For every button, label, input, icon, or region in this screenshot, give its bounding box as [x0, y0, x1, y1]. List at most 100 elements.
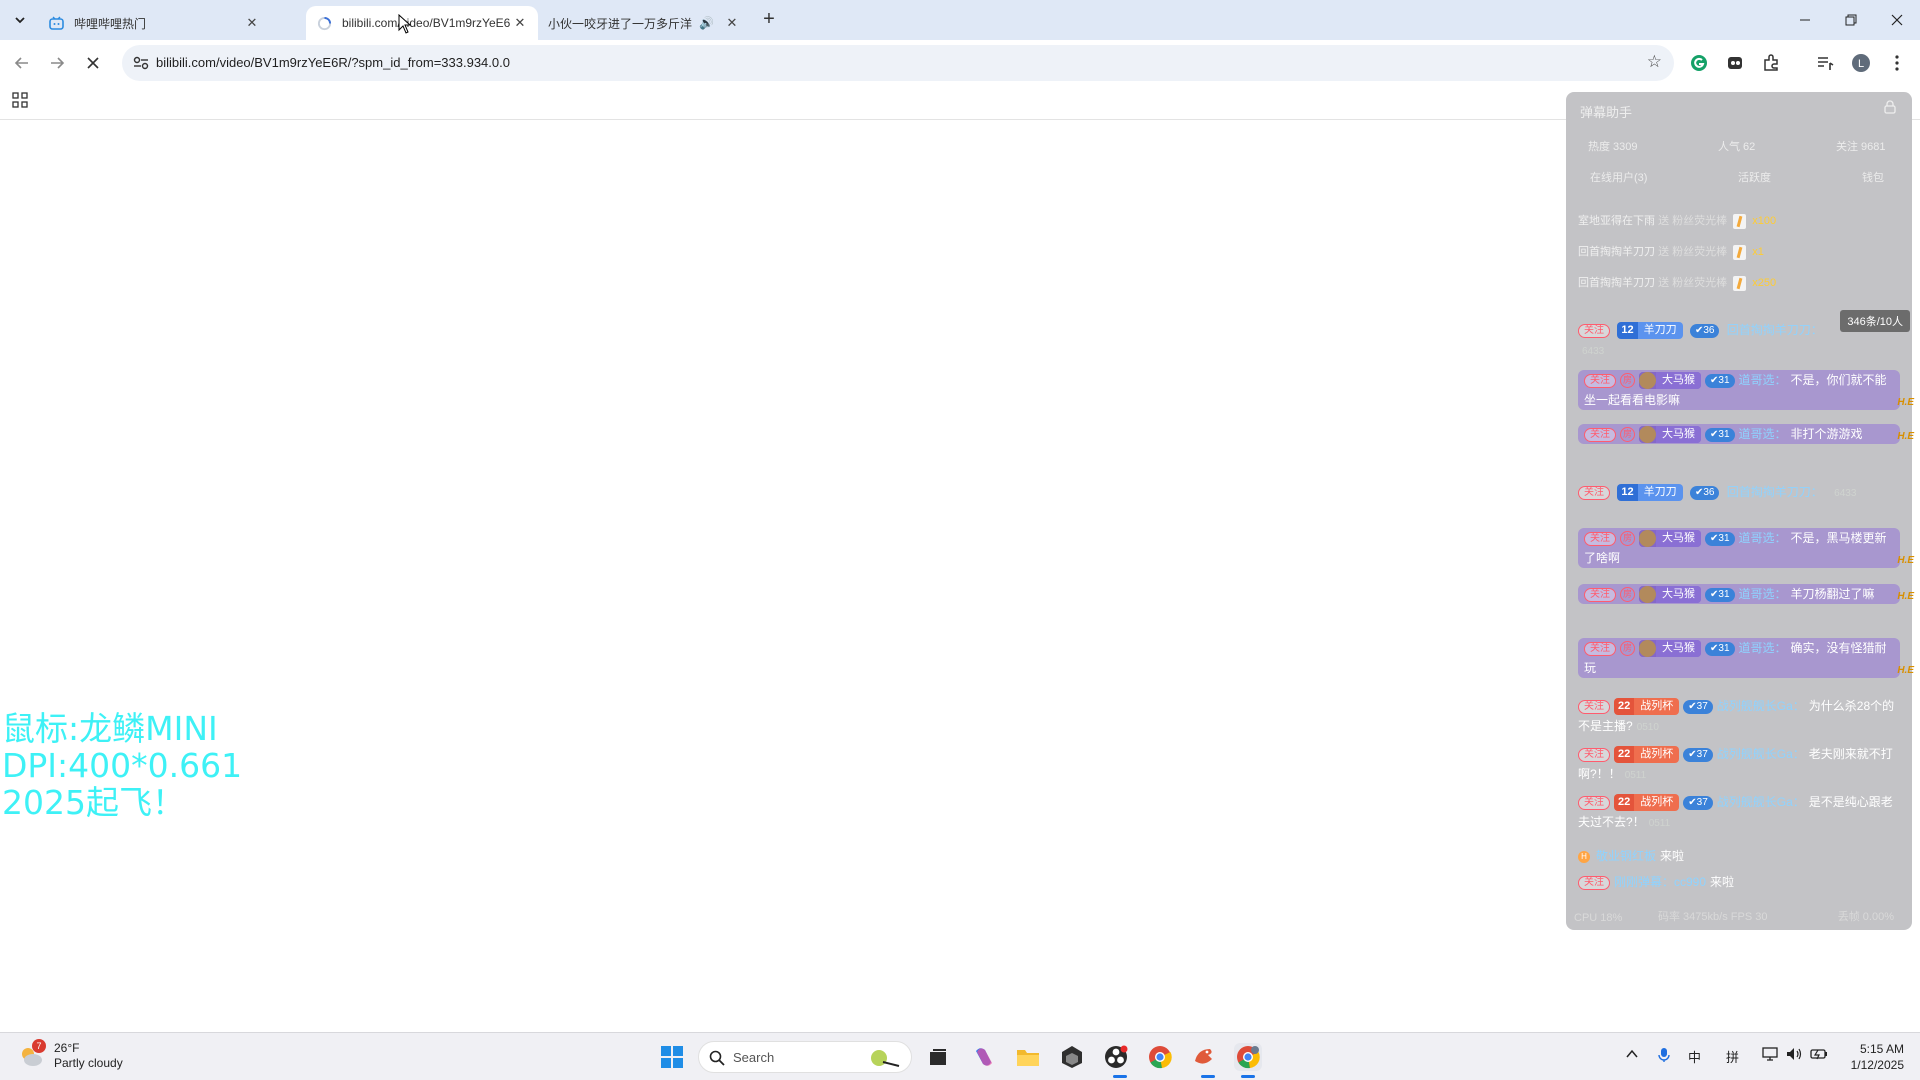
volume-icon[interactable] [1786, 1047, 1802, 1064]
room-admin-badge: 房 [1620, 587, 1635, 603]
chat-text: 羊刀杨翻过了嘛 [1790, 587, 1875, 601]
chat-username[interactable]: 道哥选： [1739, 587, 1787, 601]
ime-pinyin-toggle[interactable]: 拼 [1726, 1047, 1739, 1066]
site-settings-icon[interactable] [132, 54, 150, 72]
follow-button[interactable]: 关注 [1584, 531, 1616, 546]
microphone-icon[interactable] [1658, 1047, 1670, 1066]
tab-close-icon[interactable]: ✕ [244, 15, 260, 31]
tab-strip: 哔哩哔哩热门 ✕ bilibili.com/video/BV1m9rzYeE6 … [0, 0, 1920, 40]
chat-message-highlight: 关注房大马猴 ✔31 道哥选： 羊刀杨翻过了嘛 H.E [1578, 584, 1914, 604]
file-explorer-app[interactable] [1014, 1043, 1042, 1071]
close-button[interactable] [1874, 0, 1920, 40]
chat-username[interactable]: 道哥选： [1739, 373, 1787, 387]
room-admin-badge: 房 [1620, 641, 1635, 657]
tab-video-active[interactable]: bilibili.com/video/BV1m9rzYeE6 ✕ [306, 6, 538, 40]
forward-button[interactable] [44, 50, 70, 76]
chrome-profile-app[interactable] [1234, 1043, 1262, 1071]
menu-kebab-icon[interactable] [1886, 52, 1908, 74]
follow-button[interactable]: 关注 [1578, 485, 1610, 500]
media-queue-icon[interactable] [1814, 52, 1836, 74]
chat-username[interactable]: 回首掏掏羊刀刀： [1727, 323, 1823, 337]
follow-button[interactable]: 关注 [1578, 875, 1610, 890]
ime-chinese-toggle[interactable]: 中 [1688, 1047, 1701, 1066]
follow-button[interactable]: 关注 [1584, 373, 1616, 388]
chat-username[interactable]: 战列舰舰长Ga： [1717, 747, 1805, 761]
chat-tag: H.E [1897, 555, 1914, 566]
bilibili-tv-icon [48, 15, 64, 31]
room-admin-badge: 房 [1620, 427, 1635, 443]
live-streaming-app[interactable] [1190, 1043, 1218, 1071]
tab-online-users[interactable]: 在线用户(3) [1590, 169, 1647, 185]
task-view-icon [930, 1049, 946, 1065]
enter-room-icon: H [1578, 850, 1590, 863]
weather-widget[interactable]: 7 26°F Partly cloudy [18, 1039, 123, 1071]
back-button[interactable] [9, 50, 35, 76]
follow-button[interactable]: 关注 [1578, 699, 1610, 714]
chat-username[interactable]: 敬业钢红板 [1596, 849, 1656, 863]
tab-activity[interactable]: 活跃度 [1738, 169, 1771, 185]
enter-text: 来啦 [1660, 849, 1685, 863]
bookmark-star-icon[interactable]: ☆ [1647, 52, 1662, 72]
address-bar[interactable]: bilibili.com/video/BV1m9rzYeE6R/?spm_id_… [122, 45, 1674, 81]
chat-user-level: 0510 [1636, 722, 1659, 733]
restore-button[interactable] [1828, 0, 1874, 40]
chrome-profile-icon [1237, 1046, 1260, 1069]
extension-puzzle-alt-icon[interactable] [1724, 52, 1746, 74]
fan-medal: 大马猴 [1639, 530, 1701, 548]
follow-button[interactable]: 关注 [1584, 587, 1616, 602]
chrome-app[interactable] [1146, 1043, 1174, 1071]
taskbar-search[interactable]: Search [698, 1041, 912, 1073]
follow-button[interactable]: 关注 [1584, 427, 1616, 442]
tab-close-icon[interactable]: ✕ [724, 15, 740, 31]
minimize-button[interactable] [1782, 0, 1828, 40]
new-tab-button[interactable]: + [758, 9, 780, 31]
copilot-app[interactable] [970, 1043, 998, 1071]
grammarly-extension-icon[interactable] [1688, 52, 1710, 74]
gift-row: 回首掏掏羊刀刀 送 粉丝荧光棒 x250 [1578, 275, 1777, 291]
obs-app[interactable] [1102, 1043, 1130, 1071]
speaker-icon[interactable]: 🔊 [699, 16, 714, 30]
chat-username[interactable]: 道哥选： [1739, 427, 1787, 441]
chevron-up-icon[interactable] [1626, 1047, 1638, 1062]
chat-username[interactable]: 回首掏掏羊刀刀： [1727, 485, 1823, 499]
follow-button[interactable]: 关注 [1578, 795, 1610, 810]
fan-medal: 22 战列杯 [1614, 698, 1680, 716]
tab-bilibili-hot[interactable]: 哔哩哔哩热门 ✕ [38, 6, 270, 40]
lock-icon[interactable] [1884, 100, 1896, 119]
fan-medal: 大马猴 [1639, 426, 1701, 444]
extensions-puzzle-icon[interactable] [1760, 52, 1782, 74]
chat-user-level: 6433 [1582, 346, 1605, 357]
guard-level-badge: ✔31 [1705, 641, 1735, 656]
chat-username[interactable]: 战列舰舰长Ga： [1717, 795, 1805, 809]
chat-text: 非打个游游戏 [1790, 427, 1863, 441]
chat-username[interactable]: 道哥选： [1739, 641, 1787, 655]
system-clock[interactable]: 5:15 AM 1/12/2025 [1851, 1041, 1904, 1073]
apps-grid-icon[interactable] [12, 92, 28, 113]
start-button[interactable] [658, 1043, 686, 1071]
battery-icon[interactable] [1810, 1047, 1828, 1064]
tab-close-icon[interactable]: ✕ [512, 15, 528, 31]
tab-wallet[interactable]: 钱包 [1862, 169, 1884, 185]
avatar [1639, 426, 1656, 444]
tab-video-audio[interactable]: 小伙一咬牙进了一万多斤洋 🔊 ✕ [538, 6, 750, 40]
chat-message-highlight: 关注房大马猴 ✔31 道哥选： 非打个游游戏 H.E [1578, 424, 1914, 444]
tab-search-dropdown[interactable] [8, 8, 32, 32]
overlay-line-dpi: DPI:400*0.661 [2, 746, 243, 785]
chat-username[interactable]: 道哥选： [1739, 531, 1787, 545]
folder-icon [1017, 1050, 1039, 1066]
windows-logo-icon [661, 1046, 683, 1068]
stop-loading-button[interactable] [80, 50, 106, 76]
follow-button[interactable]: 关注 [1578, 747, 1610, 762]
task-view-button[interactable] [924, 1043, 952, 1071]
chat-tag: H.E [1897, 431, 1914, 442]
chat-username[interactable]: 刚刚弹幕：cc990 [1614, 875, 1706, 889]
search-label: Search [733, 1050, 775, 1065]
follow-button[interactable]: 关注 [1578, 323, 1610, 338]
chat-message: 关注 12 羊刀刀 ✔36 回首掏掏羊刀刀： 6433 [1578, 320, 1900, 362]
follow-button[interactable]: 关注 [1584, 641, 1616, 656]
unity-app[interactable] [1058, 1043, 1086, 1071]
network-icon[interactable] [1762, 1047, 1778, 1064]
chat-username[interactable]: 战列舰舰长Ga： [1717, 699, 1805, 713]
profile-avatar[interactable]: L [1850, 52, 1872, 74]
loading-spinner-icon [316, 15, 332, 31]
